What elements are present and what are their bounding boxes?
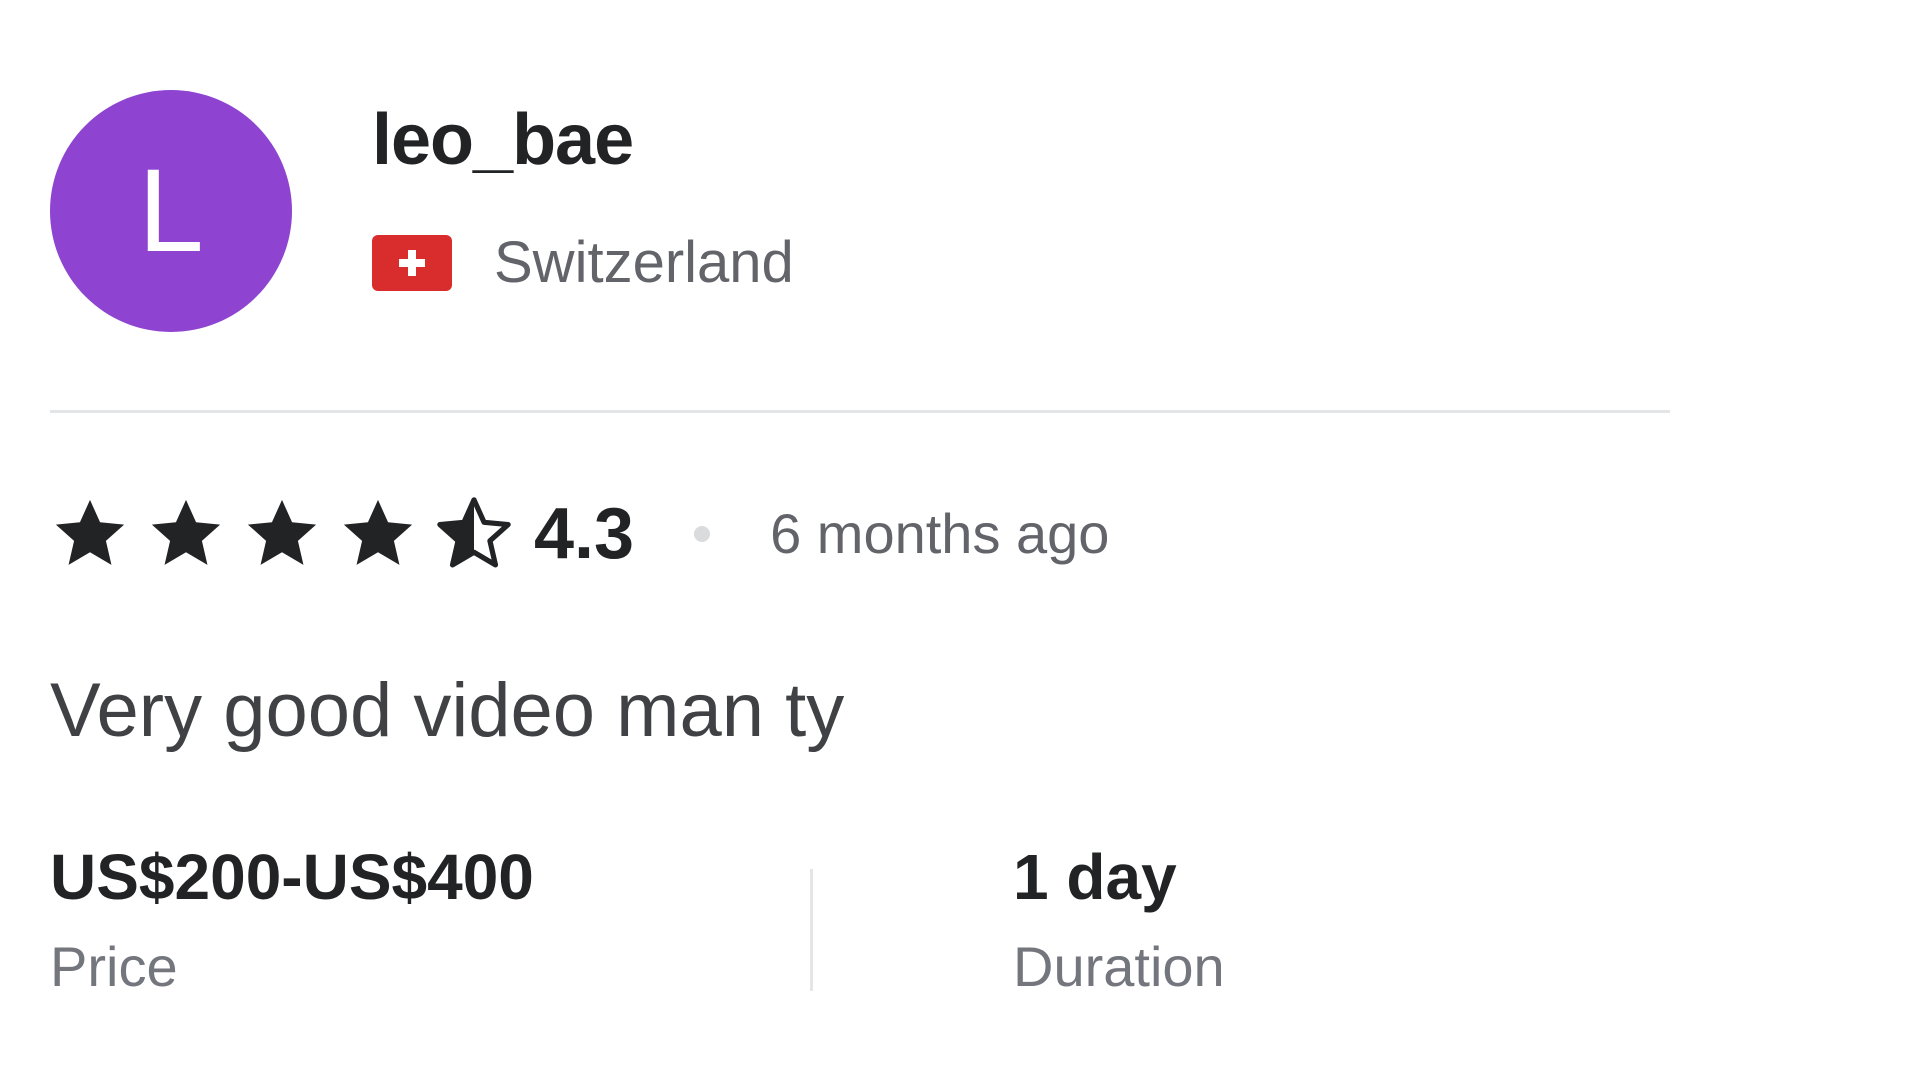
- star-rating: [50, 495, 530, 573]
- country-name: Switzerland: [494, 230, 794, 295]
- avatar-initial: L: [138, 145, 204, 277]
- divider: [50, 410, 1670, 413]
- rating-row: 4.3 6 months ago: [50, 495, 1670, 573]
- review-meta: US$200-US$400 Price 1 day Duration: [50, 845, 1670, 995]
- price-block: US$200-US$400 Price: [50, 845, 810, 995]
- switzerland-flag-icon: [372, 235, 452, 291]
- star-half-icon: [437, 497, 511, 568]
- review-text: Very good video man ty: [50, 668, 845, 753]
- avatar[interactable]: L: [50, 90, 292, 332]
- reviewer-header: L leo_bae Switzerland: [50, 90, 1670, 332]
- star-filled-icon: [343, 499, 413, 565]
- duration-label: Duration: [1013, 934, 1225, 998]
- review-time-ago: 6 months ago: [770, 502, 1110, 565]
- star-filled-icon: [151, 499, 221, 565]
- star-filled-icon: [55, 499, 125, 565]
- separator-dot: [694, 526, 711, 542]
- price-value: US$200-US$400: [50, 840, 534, 913]
- country-row: Switzerland: [372, 234, 794, 292]
- price-label: Price: [50, 934, 178, 998]
- duration-value: 1 day: [1013, 840, 1177, 913]
- username[interactable]: leo_bae: [372, 104, 794, 176]
- rating-value: 4.3: [534, 494, 635, 574]
- duration-block: 1 day Duration: [1013, 845, 1225, 995]
- star-filled-icon: [247, 499, 317, 565]
- review-card: L leo_bae Switzerland 4.3 6 months ago V…: [50, 90, 1670, 995]
- reviewer-info: leo_bae Switzerland: [372, 104, 794, 292]
- meta-divider: [810, 868, 813, 991]
